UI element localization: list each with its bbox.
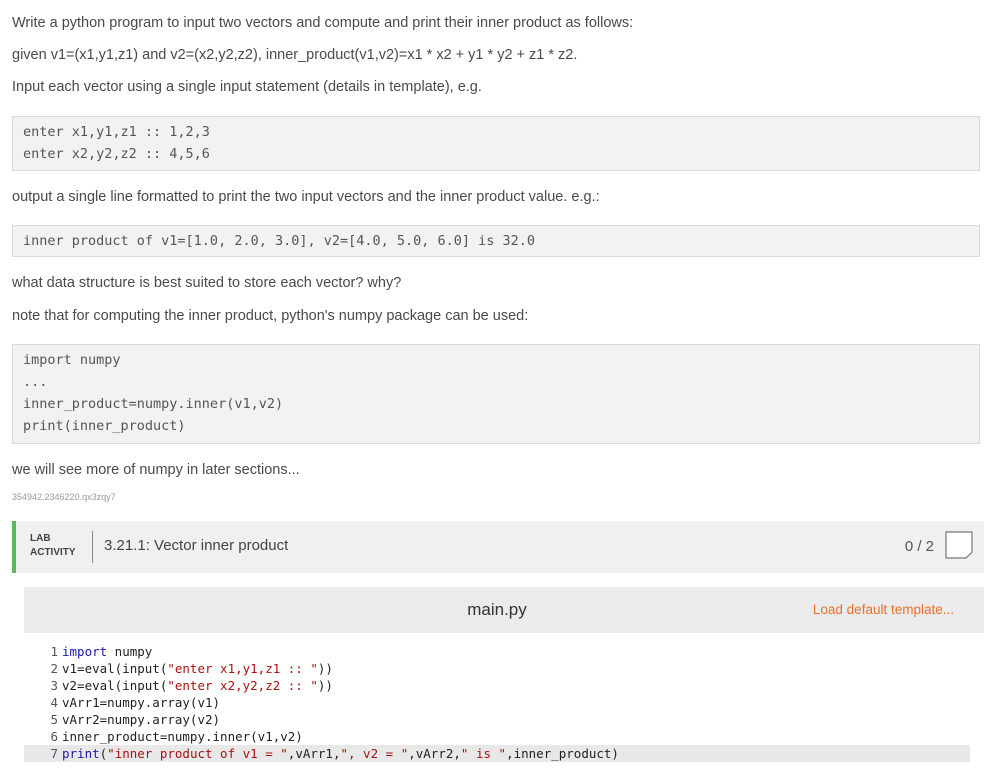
intro-line-1: Write a python program to input two vect… [12,15,634,31]
question-data-structure: what data structure is best suited to st… [12,275,402,291]
numpy-example-line: ... [23,374,48,390]
code-line[interactable]: 5 vArr2=numpy.array(v2) [24,711,970,728]
numpy-note: note that for computing the inner produc… [12,308,529,324]
numpy-example-line: print(inner_product) [23,418,186,434]
lab-title: 3.21.1: Vector inner product [104,537,289,554]
lab-divider [92,531,93,563]
code-line[interactable]: 3 v2=eval(input("enter x2,y2,z2 :: ")) [24,677,970,694]
code-text[interactable]: print("inner product of v1 = ",vArr1,", … [62,746,619,761]
line-number: 1 [50,644,58,659]
editor-header: main.py Load default template... [24,587,984,633]
code-line[interactable]: 6 inner_product=numpy.inner(v1,v2) [24,728,970,745]
line-number: 6 [50,729,58,744]
completion-badge-icon [945,531,973,559]
numpy-example-block: import numpy ... inner_product=numpy.inn… [12,344,980,444]
line-number: 2 [50,661,58,676]
lab-score: 0 / 2 [904,538,934,555]
intro-line-3: Input each vector using a single input s… [12,79,482,95]
line-number: 3 [50,678,58,693]
example-input-block: enter x1,y1,z1 :: 1,2,3 enter x2,y2,z2 :… [12,116,980,171]
code-text[interactable]: inner_product=numpy.inner(v1,v2) [62,729,303,744]
editor-code-area[interactable]: 1 import numpy 2 v1=eval(input("enter x1,y… [24,633,970,772]
numpy-example-line: import numpy [23,352,121,368]
line-number: 5 [50,712,58,727]
code-line[interactable]: 2 v1=eval(input("enter x1,y1,z1 :: ")) [24,660,970,677]
example-input-line: enter x1,y1,z1 :: 1,2,3 [23,124,210,140]
lab-type-label: LAB ACTIVITY [30,532,76,560]
code-text[interactable]: import numpy [62,644,152,659]
code-text[interactable]: v1=eval(input("enter x1,y1,z1 :: ")) [62,661,333,676]
code-line[interactable]: 1 import numpy [24,643,970,660]
output-description: output a single line formatted to print … [12,189,600,205]
code-text[interactable]: vArr2=numpy.array(v2) [62,712,220,727]
code-text[interactable]: vArr1=numpy.array(v1) [62,695,220,710]
tracking-id: 354942.2346220.qx3zqy7 [12,492,116,502]
line-number: 4 [50,695,58,710]
code-editor: main.py Load default template... 1 import… [24,587,984,772]
load-default-template-link[interactable]: Load default template... [813,602,954,617]
code-line[interactable]: 4 vArr1=numpy.array(v1) [24,694,970,711]
example-output-line: inner product of v1=[1.0, 2.0, 3.0], v2=… [23,233,536,249]
lab-type-line: LAB [30,533,51,544]
code-line-active[interactable]: 7 print("inner product of v1 = ",vArr1,",… [24,745,970,762]
later-sections-note: we will see more of numpy in later secti… [12,462,300,478]
lab-type-line: ACTIVITY [30,547,76,558]
example-output-block: inner product of v1=[1.0, 2.0, 3.0], v2=… [12,225,980,257]
code-text[interactable]: v2=eval(input("enter x2,y2,z2 :: ")) [62,678,333,693]
intro-line-2: given v1=(x1,y1,z1) and v2=(x2,y2,z2), i… [12,47,578,63]
numpy-example-line: inner_product=numpy.inner(v1,v2) [23,396,284,412]
lab-activity-header: LAB ACTIVITY 3.21.1: Vector inner produc… [12,521,984,573]
example-input-line: enter x2,y2,z2 :: 4,5,6 [23,146,210,162]
line-number: 7 [50,746,58,761]
